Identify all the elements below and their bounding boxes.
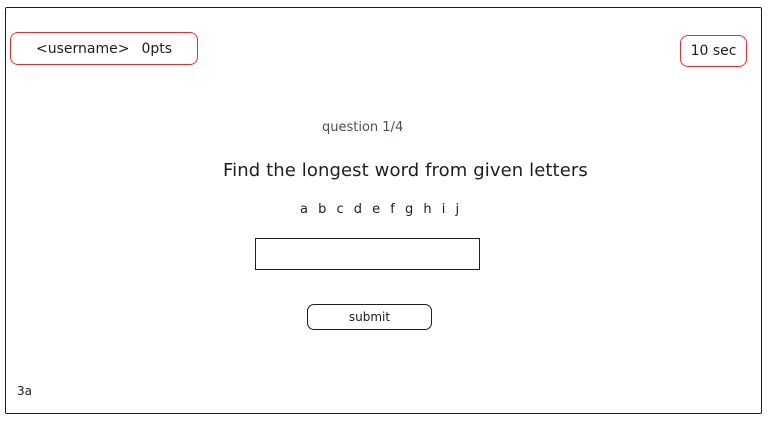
timer-label: 10 sec [690, 43, 737, 59]
question-counter: question 1/4 [322, 120, 404, 135]
timer-box: 10 sec [680, 35, 747, 67]
username-label: <username> [35, 40, 130, 57]
points-label: 0pts [141, 40, 173, 57]
answer-input[interactable] [255, 238, 480, 270]
given-letters: a b c d e f g h i j [300, 202, 463, 217]
user-score-box: <username> 0pts [10, 32, 198, 65]
screen-label: 3a [17, 384, 32, 398]
submit-button[interactable]: submit [307, 304, 432, 330]
question-prompt: Find the longest word from given letters [223, 160, 588, 181]
